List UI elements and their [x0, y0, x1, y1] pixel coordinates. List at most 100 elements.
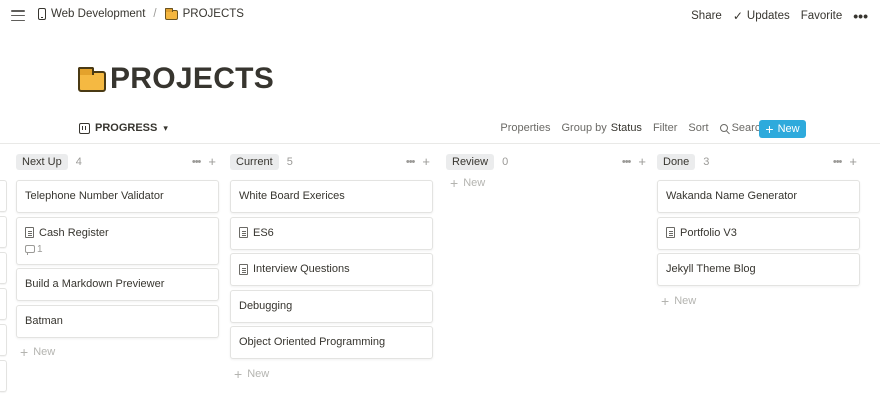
search-icon	[719, 124, 728, 132]
column-header: Next Up 4 ••• +	[16, 144, 220, 180]
card-title: White Board Exerices	[239, 190, 345, 202]
column-add-button[interactable]: +	[849, 155, 857, 168]
column-status-label[interactable]: Next Up	[16, 154, 68, 170]
board-card[interactable]: Build a Markdown Previewer	[16, 268, 219, 301]
top-actions: Share ✓ Updates Favorite •••	[691, 8, 868, 24]
top-bar: Web Development / PROJECTS Share ✓ Updat…	[0, 0, 880, 32]
column-more-button[interactable]: •••	[622, 156, 632, 168]
share-button[interactable]: Share	[691, 10, 722, 22]
board-card[interactable]: Jekyll Theme Blog	[657, 253, 860, 286]
edge-card[interactable]	[0, 216, 7, 248]
board-column: Next Up 4 ••• + Telephone Number Validator Ca…	[16, 144, 220, 363]
column-add-button[interactable]: +	[422, 155, 430, 168]
document-icon	[25, 227, 34, 238]
board-card[interactable]: ES6	[230, 216, 433, 250]
new-button[interactable]: + New	[759, 120, 806, 138]
column-header: Review 0 ••• +	[446, 144, 650, 180]
board-icon	[79, 122, 90, 134]
comment-icon	[25, 245, 35, 255]
column-header: Done 3 ••• +	[657, 144, 861, 180]
breadcrumb-workspace-label: Web Development	[51, 8, 146, 20]
board-column: Done 3 ••• + Wakanda Name Generator Portfolio…	[657, 144, 861, 312]
page-title: PROJECTS	[78, 62, 274, 96]
chevron-down-icon: ▾	[163, 122, 168, 133]
page-title-text[interactable]: PROJECTS	[110, 62, 274, 96]
board-card[interactable]: Interview Questions	[230, 253, 433, 286]
board: Next Up 4 ••• + Telephone Number Validator Ca…	[0, 144, 880, 409]
board-card[interactable]: Cash Register 1	[16, 216, 219, 265]
card-title-row: Wakanda Name Generator	[666, 190, 851, 202]
column-add-button[interactable]: +	[208, 155, 216, 168]
board-card[interactable]: Batman	[16, 304, 219, 338]
view-selector[interactable]: PROGRESS ▾	[79, 122, 168, 134]
board-column: Review 0 ••• + + New	[446, 144, 650, 194]
breadcrumb-workspace[interactable]: Web Development	[38, 8, 145, 20]
add-new-card-button[interactable]: + New	[230, 363, 434, 385]
board-card[interactable]: Telephone Number Validator	[16, 180, 219, 213]
card-title: Debugging	[239, 299, 293, 312]
properties-button[interactable]: Properties	[500, 122, 550, 134]
breadcrumb-page[interactable]: PROJECTS	[164, 8, 244, 20]
new-button-label: New	[777, 123, 800, 135]
view-name-label: PROGRESS	[95, 122, 158, 134]
board-card[interactable]: Object Oriented Programming	[230, 326, 433, 359]
board-card[interactable]: Portfolio V3	[657, 216, 860, 250]
breadcrumb: Web Development / PROJECTS	[38, 8, 244, 20]
edge-card[interactable]	[0, 324, 7, 356]
folder-icon[interactable]	[78, 66, 106, 92]
sort-button[interactable]: Sort	[688, 122, 708, 134]
add-new-card-button[interactable]: + New	[657, 290, 861, 312]
group-by-value: Status	[610, 122, 642, 134]
phone-icon	[38, 8, 46, 20]
edge-card[interactable]	[0, 288, 7, 320]
add-new-card-button[interactable]: + New	[16, 341, 220, 363]
column-count: 0	[502, 156, 509, 168]
document-icon	[239, 227, 248, 238]
card-title-row: Jekyll Theme Blog	[666, 263, 851, 275]
plus-icon: +	[765, 121, 774, 137]
group-by-label: Group by	[561, 122, 607, 134]
card-title: Cash Register	[39, 226, 109, 239]
column-more-button[interactable]: •••	[192, 156, 202, 168]
column-more-button[interactable]: •••	[406, 156, 416, 168]
column-tools: ••• +	[192, 155, 216, 168]
plus-icon: +	[234, 365, 243, 382]
updates-button[interactable]: ✓ Updates	[733, 9, 790, 23]
edge-card[interactable]	[0, 180, 7, 212]
add-new-label: New	[33, 346, 56, 358]
card-title-row: ES6	[239, 227, 424, 239]
card-title: Jekyll Theme Blog	[666, 263, 756, 275]
column-status-label[interactable]: Done	[657, 154, 696, 170]
column-more-button[interactable]: •••	[833, 156, 843, 168]
view-bar: PROGRESS ▾ Properties Group by Status Fi…	[0, 116, 880, 144]
group-by-button[interactable]: Group by Status	[562, 122, 642, 134]
plus-icon: +	[20, 344, 29, 360]
column-status-label[interactable]: Review	[446, 154, 495, 170]
column-add-button[interactable]: +	[638, 155, 646, 168]
column-count: 5	[286, 156, 293, 168]
column-tools: ••• +	[622, 155, 646, 168]
board-card[interactable]: Debugging	[230, 289, 433, 323]
card-title-row: Debugging	[239, 300, 424, 312]
card-title-row: Build a Markdown Previewer	[25, 278, 210, 290]
menu-icon[interactable]	[11, 10, 25, 21]
more-options-button[interactable]: •••	[853, 8, 868, 24]
favorite-button[interactable]: Favorite	[801, 10, 843, 22]
column-status-label[interactable]: Current	[230, 154, 279, 170]
card-title: Wakanda Name Generator	[666, 190, 798, 202]
edge-card[interactable]	[0, 252, 7, 284]
card-title: Build a Markdown Previewer	[25, 278, 165, 290]
filter-button[interactable]: Filter	[653, 122, 677, 134]
check-icon: ✓	[732, 9, 743, 23]
card-title: Object Oriented Programming	[239, 336, 386, 348]
card-title-row: Cash Register	[25, 227, 210, 239]
breadcrumb-page-label: PROJECTS	[182, 8, 244, 20]
card-title: Portfolio V3	[680, 226, 737, 239]
board-card[interactable]: Wakanda Name Generator	[657, 180, 860, 213]
column-count: 4	[75, 156, 82, 168]
edge-card[interactable]	[0, 360, 7, 392]
card-title-row: Object Oriented Programming	[239, 336, 424, 348]
updates-label: Updates	[746, 10, 790, 22]
document-icon	[239, 263, 248, 275]
board-card[interactable]: White Board Exerices	[230, 180, 433, 213]
